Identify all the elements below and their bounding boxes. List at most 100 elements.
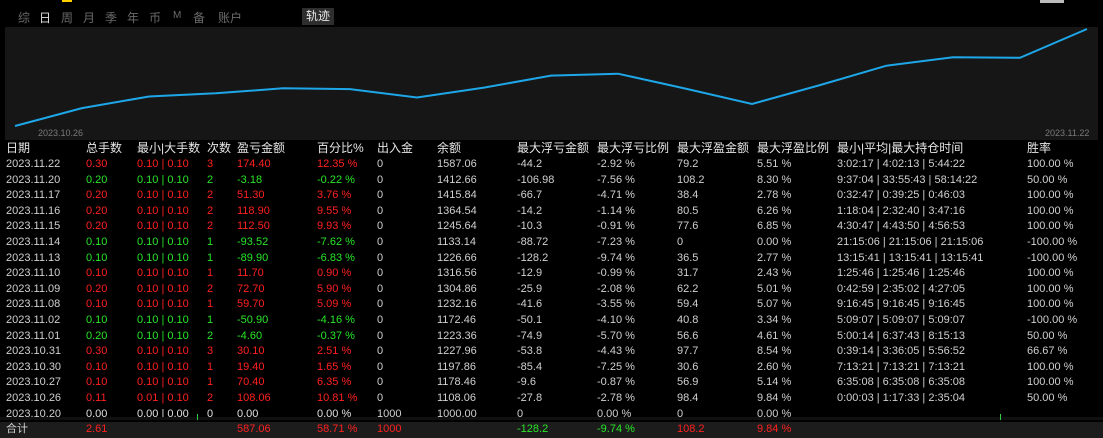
- cell-max-drawdown-percent: -5.70 %: [597, 329, 635, 342]
- cell-trade-count: 1: [207, 360, 214, 373]
- table-row[interactable]: 2023.11.15 0.20 0.10 | 0.10 2 112.50 9.93 % 0 1…: [0, 219, 1103, 235]
- cell-max-drawdown-amount: -41.6: [517, 298, 543, 311]
- tab-account[interactable]: 账户: [218, 9, 242, 26]
- column-header-win-rate[interactable]: 胜率: [1027, 141, 1051, 156]
- tab-summary[interactable]: 综: [18, 9, 30, 26]
- tab-week[interactable]: 周: [61, 9, 73, 26]
- cell-max-floating-profit-percent: 8.30 %: [757, 173, 792, 186]
- tab-currency[interactable]: 币: [149, 9, 161, 26]
- table-row[interactable]: 2023.11.10 0.10 0.10 | 0.10 1 11.70 0.90 % 0 13…: [0, 266, 1103, 282]
- cell-deposit-withdraw: 0: [377, 220, 384, 233]
- cell-total-lots: 0.10: [86, 251, 108, 264]
- cell-total-lots: 0.20: [86, 173, 108, 186]
- cell-percent: -7.62 %: [317, 236, 355, 248]
- tab-m[interactable]: M: [173, 10, 181, 21]
- table-row[interactable]: 2023.11.13 0.10 0.10 | 0.10 1 -89.90 -6.83 % 0…: [0, 251, 1103, 267]
- total-ddamt: -128.2: [517, 423, 549, 436]
- cell-max-floating-profit-percent: 8.54 %: [757, 345, 792, 358]
- column-header-percent[interactable]: 百分比%: [317, 141, 364, 156]
- cell-hold-time: 1:25:46 | 1:25:46 | 1:25:46: [837, 267, 966, 280]
- cell-win-rate: 100.00 %: [1027, 298, 1074, 311]
- column-header-max-floating-profit-percent[interactable]: 最大浮盈比例: [757, 141, 829, 156]
- equity-chart: [5, 27, 1098, 140]
- cell-percent: 3.76 %: [317, 189, 352, 202]
- tab-day[interactable]: 日: [39, 9, 51, 26]
- total-io: 1000: [377, 423, 402, 436]
- total-pl: 587.06: [237, 423, 271, 436]
- table-row[interactable]: 2023.10.27 0.10 0.10 | 0.10 1 70.40 6.35 % 0 11…: [0, 375, 1103, 391]
- column-header-balance[interactable]: 余额: [437, 141, 461, 156]
- column-header-trade-count[interactable]: 次数: [207, 141, 231, 156]
- cell-max-floating-profit-percent: 5.07 %: [757, 298, 792, 311]
- cell-win-rate: -100.00 %: [1027, 251, 1078, 264]
- cell-max-drawdown-percent: -2.08 %: [597, 282, 635, 295]
- cell-percent: -0.22 %: [317, 173, 355, 186]
- cell-deposit-withdraw: 0: [377, 345, 384, 358]
- cell-percent: 0.90 %: [317, 267, 352, 280]
- column-header-profit-loss[interactable]: 盈亏金额: [237, 141, 285, 156]
- chart-start-date: 2023.10.26: [38, 128, 84, 138]
- cell-percent: 10.81 %: [317, 392, 358, 404]
- tab-track[interactable]: 轨迹: [302, 8, 334, 25]
- cell-profit-loss: 30.10: [237, 345, 265, 358]
- cell-deposit-withdraw: 0: [377, 173, 384, 186]
- column-header-date[interactable]: 日期: [6, 141, 30, 156]
- table-row[interactable]: 2023.11.16 0.20 0.10 | 0.10 2 118.90 9.55 % 0 1…: [0, 204, 1103, 220]
- table-row[interactable]: 2023.11.20 0.20 0.10 | 0.10 2 -3.18 -0.22 % 0 1…: [0, 173, 1103, 189]
- cell-profit-loss: -3.18: [237, 173, 263, 186]
- cell-balance: 1415.84: [437, 189, 477, 202]
- tab-quarter[interactable]: 季: [105, 9, 117, 26]
- cell-total-lots: 0.30: [86, 158, 108, 170]
- cell-max-floating-profit-percent: 2.43 %: [757, 267, 792, 280]
- column-header-max-drawdown-percent[interactable]: 最大浮亏比例: [597, 141, 669, 156]
- cell-max-drawdown-percent: -2.92 %: [597, 158, 635, 170]
- cell-hold-time: 0:32:47 | 0:39:25 | 0:46:03: [837, 189, 966, 202]
- cell-max-floating-profit-percent: 9.84 %: [757, 392, 792, 404]
- table-row[interactable]: 2023.10.31 0.30 0.10 | 0.10 3 30.10 2.51 % 0 12…: [0, 344, 1103, 360]
- cell-max-drawdown-amount: -85.4: [517, 360, 543, 373]
- cell-win-rate: 100.00 %: [1027, 189, 1074, 202]
- column-header-hold-time[interactable]: 最小|平均|最大持仓时间: [837, 141, 963, 156]
- tab-note[interactable]: 备: [193, 9, 205, 26]
- cell-trade-count: 2: [207, 220, 214, 233]
- table-row[interactable]: 2023.11.22 0.30 0.10 | 0.10 3 174.40 12.35 % 0…: [0, 157, 1103, 173]
- tab-year[interactable]: 年: [127, 9, 139, 26]
- cell-win-rate: 100.00 %: [1027, 376, 1074, 389]
- cell-min-max-lots: 0.10 | 0.10: [137, 173, 189, 186]
- column-header-deposit-withdraw[interactable]: 出入金: [377, 141, 413, 156]
- cell-win-rate: 66.67 %: [1027, 345, 1068, 358]
- cell-deposit-withdraw: 0: [377, 251, 384, 264]
- table-row[interactable]: 2023.10.30 0.10 0.10 | 0.10 1 19.40 1.65 % 0 11…: [0, 360, 1103, 376]
- cell-min-max-lots: 0.10 | 0.10: [137, 189, 189, 202]
- cell-date: 2023.10.31: [6, 345, 62, 358]
- tab-month[interactable]: 月: [83, 9, 95, 26]
- table-row[interactable]: 2023.11.17 0.20 0.10 | 0.10 2 51.30 3.76 % 0 14…: [0, 188, 1103, 204]
- cell-hold-time: 1:18:04 | 2:32:40 | 3:47:16: [837, 204, 966, 217]
- cell-min-max-lots: 0.10 | 0.10: [137, 314, 189, 326]
- column-header-max-floating-profit-amount[interactable]: 最大浮盈金额: [677, 141, 749, 156]
- cell-max-floating-profit-amount: 40.8: [677, 314, 699, 326]
- cell-deposit-withdraw: 0: [377, 189, 384, 202]
- table-row[interactable]: 2023.11.08 0.10 0.10 | 0.10 1 59.70 5.09 % 0 12…: [0, 297, 1103, 313]
- cell-max-drawdown-percent: -2.78 %: [597, 392, 635, 404]
- cell-balance: 1197.86: [437, 360, 476, 373]
- cell-profit-loss: 72.70: [237, 282, 265, 295]
- cell-trade-count: 1: [207, 267, 214, 280]
- cell-min-max-lots: 0.10 | 0.10: [137, 204, 189, 217]
- cell-profit-loss: -4.60: [237, 329, 263, 342]
- cell-total-lots: 0.20: [86, 329, 108, 342]
- cell-max-floating-profit-amount: 79.2: [677, 158, 699, 170]
- cell-max-drawdown-amount: -44.2: [517, 158, 543, 170]
- cell-profit-loss: 51.30: [237, 189, 265, 202]
- table-row[interactable]: 2023.11.09 0.20 0.10 | 0.10 2 72.70 5.90 % 0 13…: [0, 282, 1103, 298]
- cell-hold-time: 0:39:14 | 3:36:05 | 5:56:52: [837, 345, 966, 358]
- column-header-min-max-lots[interactable]: 最小|大手数: [137, 141, 200, 156]
- table-row[interactable]: 2023.11.01 0.20 0.10 | 0.10 2 -4.60 -0.37 % 0 1…: [0, 329, 1103, 345]
- table-row[interactable]: 2023.11.14 0.10 0.10 | 0.10 1 -93.52 -7.62 % 0…: [0, 235, 1103, 251]
- column-header-max-drawdown-amount[interactable]: 最大浮亏金额: [517, 141, 589, 156]
- cell-percent: 6.35 %: [317, 376, 352, 389]
- table-row[interactable]: 2023.11.02 0.10 0.10 | 0.10 1 -50.90 -4.16 % 0…: [0, 313, 1103, 329]
- column-header-total-lots[interactable]: 总手数: [86, 141, 122, 156]
- table-row[interactable]: 2023.10.26 0.11 0.01 | 0.10 2 108.06 10.81 % 0…: [0, 391, 1103, 407]
- cell-percent: 9.55 %: [317, 204, 352, 217]
